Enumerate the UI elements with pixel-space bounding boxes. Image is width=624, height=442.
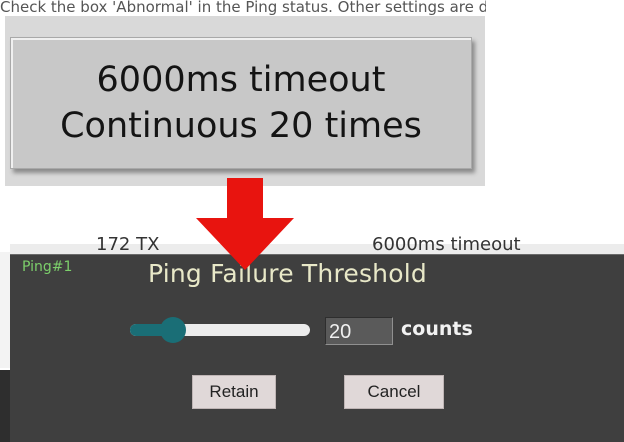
threshold-slider[interactable]	[130, 317, 310, 343]
zoom-line-2: Continuous 20 times	[60, 106, 422, 146]
zoomed-screenshot: 6000ms timeout Continuous 20 times	[5, 16, 485, 186]
left-edge	[0, 252, 10, 368]
ping-failure-dialog: Ping#1 Ping Failure Threshold counts Ret…	[10, 254, 624, 442]
ping-tag: Ping#1	[22, 259, 73, 275]
caption-mask	[486, 0, 624, 17]
counts-label: counts	[401, 318, 473, 340]
slider-thumb[interactable]	[160, 317, 186, 343]
count-input[interactable]	[325, 317, 393, 345]
retain-button[interactable]: Retain	[192, 375, 276, 409]
cancel-button[interactable]: Cancel	[344, 375, 444, 409]
red-down-arrow-icon	[196, 178, 294, 270]
zoomed-timeout-button: 6000ms timeout Continuous 20 times	[10, 37, 472, 169]
background-fragment-right: 6000ms timeout	[372, 234, 521, 254]
zoom-line-1: 6000ms timeout	[96, 60, 386, 100]
dialog-shadow	[0, 370, 10, 442]
